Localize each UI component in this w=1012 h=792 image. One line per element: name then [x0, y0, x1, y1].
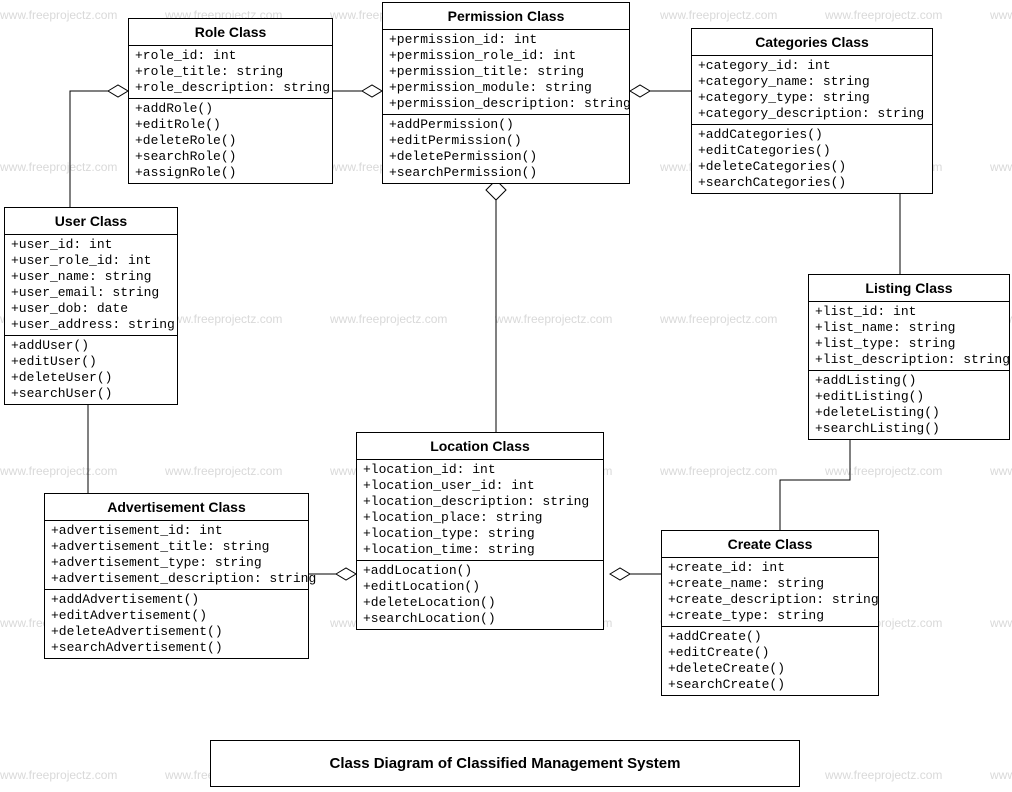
- class-operations: +addLocation()+editLocation()+deleteLoca…: [357, 561, 603, 629]
- class-title: Listing Class: [809, 275, 1009, 302]
- class-attributes: +list_id: int+list_name: string+list_typ…: [809, 302, 1009, 371]
- class-create: Create Class +create_id: int+create_name…: [661, 530, 879, 696]
- class-attributes: +location_id: int+location_user_id: int+…: [357, 460, 603, 561]
- class-attributes: +advertisement_id: int+advertisement_tit…: [45, 521, 308, 590]
- class-title: Role Class: [129, 19, 332, 46]
- class-permission: Permission Class +permission_id: int+per…: [382, 2, 630, 184]
- class-user: User Class +user_id: int+user_role_id: i…: [4, 207, 178, 405]
- class-attributes: +create_id: int+create_name: string+crea…: [662, 558, 878, 627]
- class-title: Categories Class: [692, 29, 932, 56]
- class-categories: Categories Class +category_id: int+categ…: [691, 28, 933, 194]
- class-listing: Listing Class +list_id: int+list_name: s…: [808, 274, 1010, 440]
- diagram-title: Class Diagram of Classified Management S…: [210, 740, 800, 787]
- class-title: User Class: [5, 208, 177, 235]
- class-title: Permission Class: [383, 3, 629, 30]
- class-attributes: +role_id: int+role_title: string+role_de…: [129, 46, 332, 99]
- class-title: Advertisement Class: [45, 494, 308, 521]
- class-attributes: +category_id: int+category_name: string+…: [692, 56, 932, 125]
- class-title: Create Class: [662, 531, 878, 558]
- class-advertisement: Advertisement Class +advertisement_id: i…: [44, 493, 309, 659]
- class-operations: +addPermission()+editPermission()+delete…: [383, 115, 629, 183]
- class-operations: +addCategories()+editCategories()+delete…: [692, 125, 932, 193]
- class-role: Role Class +role_id: int+role_title: str…: [128, 18, 333, 184]
- class-operations: +addCreate()+editCreate()+deleteCreate()…: [662, 627, 878, 695]
- class-title: Location Class: [357, 433, 603, 460]
- class-operations: +addListing()+editListing()+deleteListin…: [809, 371, 1009, 439]
- class-operations: +addRole()+editRole()+deleteRole()+searc…: [129, 99, 332, 183]
- class-operations: +addUser()+editUser()+deleteUser()+searc…: [5, 336, 177, 404]
- class-attributes: +permission_id: int+permission_role_id: …: [383, 30, 629, 115]
- class-operations: +addAdvertisement()+editAdvertisement()+…: [45, 590, 308, 658]
- class-attributes: +user_id: int+user_role_id: int+user_nam…: [5, 235, 177, 336]
- class-location: Location Class +location_id: int+locatio…: [356, 432, 604, 630]
